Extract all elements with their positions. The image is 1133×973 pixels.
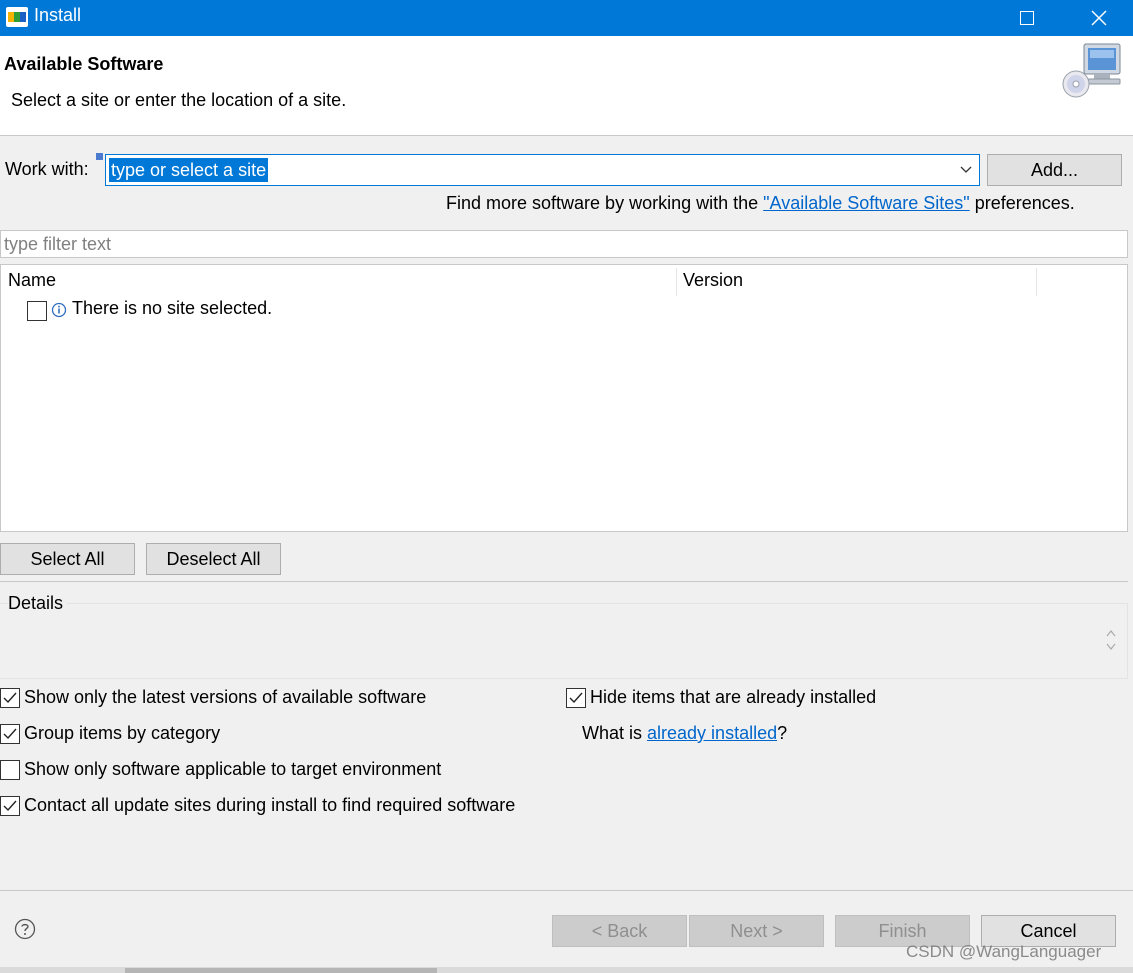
wizard-header: Available Software Select a site or ente… [0, 36, 1133, 136]
option-target-environment[interactable]: Show only software applicable to target … [0, 759, 441, 780]
option-target-environment-label: Show only software applicable to target … [24, 759, 442, 779]
checkbox-group-by-category[interactable] [0, 723, 20, 744]
divider [0, 890, 1133, 891]
close-icon [1091, 10, 1107, 26]
page-description: Select a site or enter the location of a… [11, 90, 347, 110]
content-assist-marker [96, 153, 103, 160]
details-pane [0, 603, 1128, 679]
checkbox-hide-installed[interactable] [566, 687, 586, 708]
checkbox-target-environment[interactable] [0, 759, 20, 780]
chevron-down-icon[interactable] [959, 163, 973, 177]
check-icon [3, 728, 17, 739]
tree-row-label[interactable]: There is no site selected. [72, 298, 272, 319]
option-latest-versions-label: Show only the latest versions of availab… [24, 687, 427, 707]
available-software-sites-link[interactable]: "Available Software Sites" [763, 193, 970, 213]
title-bar[interactable]: Install [0, 0, 1133, 36]
scroll-arrows-icon[interactable] [1104, 626, 1118, 654]
check-icon [3, 800, 17, 811]
divider [0, 581, 1128, 582]
what-installed-text: What is already installed? [582, 723, 787, 744]
filter-input[interactable] [1, 231, 1127, 257]
minimize-button[interactable] [923, 0, 983, 36]
check-icon [3, 692, 17, 703]
what-installed-suffix: ? [777, 723, 788, 743]
column-header-name[interactable]: Name [8, 270, 56, 291]
option-latest-versions[interactable]: Show only the latest versions of availab… [0, 687, 426, 708]
work-with-input[interactable]: type or select a site [109, 158, 269, 182]
option-hide-installed[interactable]: Hide items that are already installed [566, 687, 876, 708]
help-icon[interactable] [14, 918, 36, 940]
option-group-by-category[interactable]: Group items by category [0, 723, 220, 744]
check-icon [569, 692, 583, 703]
find-more-prefix: Find more software by working with the [446, 193, 764, 213]
column-divider[interactable] [1036, 268, 1037, 296]
maximize-button[interactable] [997, 0, 1057, 36]
option-hide-installed-label: Hide items that are already installed [590, 687, 877, 707]
option-contact-update-sites[interactable]: Contact all update sites during install … [0, 795, 515, 816]
find-more-text: Find more software by working with the "… [446, 193, 1075, 214]
info-icon [51, 302, 67, 318]
page-title: Available Software [4, 54, 164, 74]
column-divider[interactable] [676, 268, 677, 296]
what-installed-prefix: What is [582, 723, 648, 743]
deselect-all-button[interactable]: Deselect All [146, 543, 281, 575]
checkbox-latest-versions[interactable] [0, 687, 20, 708]
window-title: Install [34, 5, 82, 25]
filter-box[interactable] [0, 230, 1128, 258]
already-installed-link[interactable]: already installed [647, 723, 777, 743]
next-button[interactable]: Next > [689, 915, 824, 947]
option-contact-update-sites-label: Contact all update sites during install … [24, 795, 516, 815]
close-button[interactable] [1069, 0, 1129, 36]
maximize-icon [1020, 11, 1034, 25]
checkbox-contact-update-sites[interactable] [0, 795, 20, 816]
column-header-version[interactable]: Version [683, 270, 743, 291]
work-with-combo[interactable]: type or select a site [105, 154, 980, 186]
software-tree[interactable]: Name Version There is no site selected. [0, 264, 1128, 532]
watermark: CSDN @WangLanguager [906, 942, 1102, 961]
install-cd-monitor-icon [1062, 43, 1121, 98]
select-all-button[interactable]: Select All [0, 543, 135, 575]
details-label: Details [8, 593, 68, 614]
work-with-label: Work with: [5, 159, 89, 179]
add-site-button[interactable]: Add... [987, 154, 1122, 186]
nxp-logo-icon [6, 7, 28, 27]
back-button[interactable]: < Back [552, 915, 687, 947]
find-more-suffix: preferences. [969, 193, 1075, 213]
taskbar-strip-accent [125, 968, 437, 973]
row-checkbox[interactable] [27, 301, 47, 321]
option-group-by-category-label: Group items by category [24, 723, 221, 743]
